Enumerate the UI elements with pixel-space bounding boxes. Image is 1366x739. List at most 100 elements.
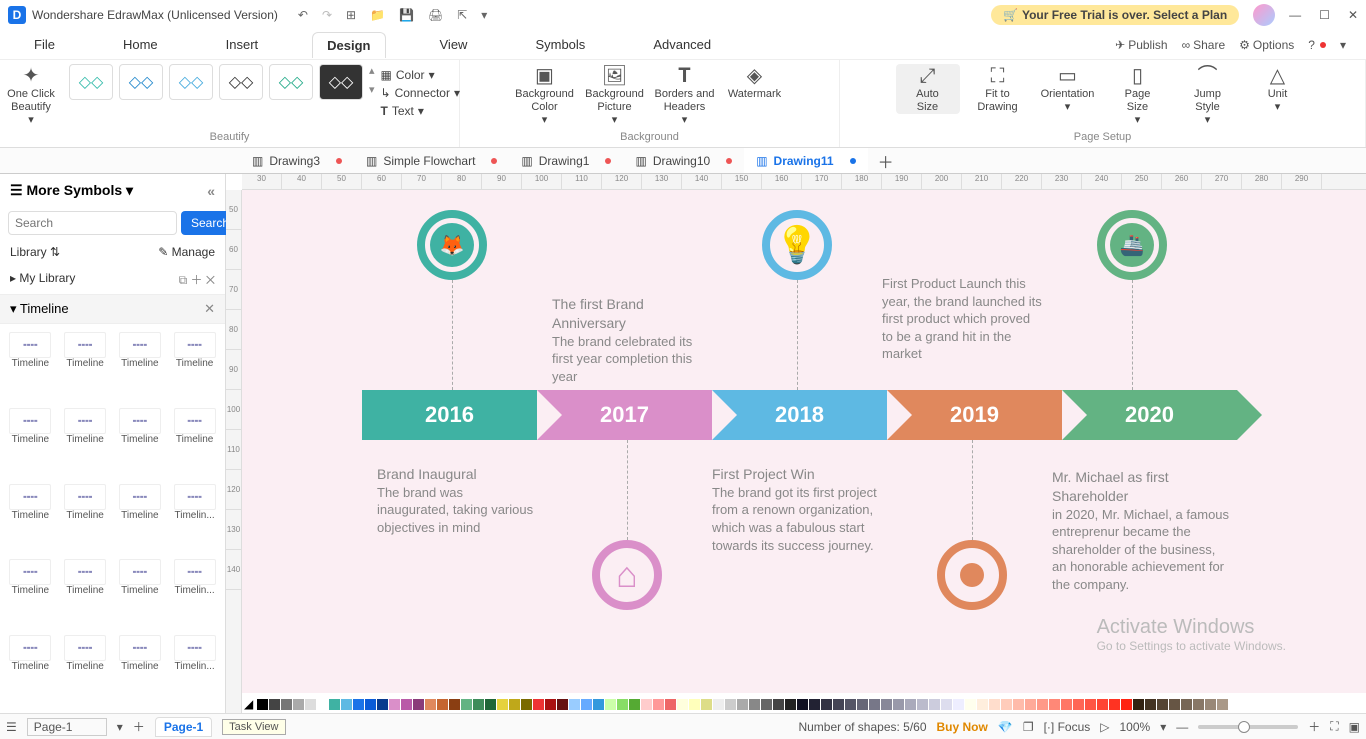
qat-more-icon[interactable]: ▾ [481, 8, 487, 22]
unit[interactable]: △Unit ▾ [1246, 64, 1310, 114]
new-icon[interactable]: ⊞ [346, 8, 356, 22]
color-swatch[interactable] [929, 699, 940, 710]
color-swatch[interactable] [989, 699, 1000, 710]
color-swatch[interactable] [305, 699, 316, 710]
collapse-sidebar-icon[interactable]: « [207, 183, 215, 199]
color-swatch[interactable] [1085, 699, 1096, 710]
color-swatch[interactable] [917, 699, 928, 710]
theme-prev-icon[interactable]: ▴ [369, 64, 375, 77]
theme-style-5[interactable]: ◇◇ [269, 64, 313, 100]
color-swatch[interactable] [713, 699, 724, 710]
menu-symbols[interactable]: Symbols [521, 32, 599, 57]
jump-style[interactable]: ⌒Jump Style ▾ [1176, 64, 1240, 128]
timeline-text-2016[interactable]: Brand InauguralThe brand was inaugurated… [377, 465, 537, 537]
doc-tab-drawing10[interactable]: ▥ Drawing10 [623, 148, 744, 173]
buy-now-link[interactable]: Buy Now [937, 720, 988, 734]
timeline-text-2020[interactable]: Mr. Michael as first Shareholderin 2020,… [1052, 468, 1232, 594]
theme-style-3[interactable]: ◇◇ [169, 64, 213, 100]
minimize-icon[interactable]: — [1289, 8, 1301, 22]
color-swatch[interactable] [329, 699, 340, 710]
lib-close-icon[interactable]: ✕ [206, 273, 215, 287]
view-switch-icon[interactable]: ☰ [6, 720, 17, 734]
color-swatch[interactable] [857, 699, 868, 710]
color-swatch[interactable] [665, 699, 676, 710]
lib-add-icon[interactable]: ＋ [190, 273, 202, 287]
color-swatch[interactable] [965, 699, 976, 710]
color-swatch[interactable] [413, 699, 424, 710]
color-swatch[interactable] [833, 699, 844, 710]
color-swatch[interactable] [425, 699, 436, 710]
color-swatch[interactable] [1133, 699, 1144, 710]
timeline-shape-thumb[interactable]: ╍╍Timeline [114, 330, 167, 404]
timeline-arrow-2019[interactable]: 2019 [887, 390, 1062, 440]
export-icon[interactable]: ⇱ [457, 8, 467, 22]
color-swatch[interactable] [449, 699, 460, 710]
menu-file[interactable]: File [20, 32, 69, 57]
color-swatch[interactable] [845, 699, 856, 710]
timeline-shape-thumb[interactable]: ╍╍Timelin... [168, 482, 221, 556]
share-button[interactable]: ∞ Share [1182, 38, 1226, 52]
zoom-slider[interactable] [1198, 725, 1298, 729]
page-selector[interactable]: Page-1 [27, 718, 107, 736]
drawing-canvas[interactable]: 🦊 💡 🚢 ⌂ 2016 2017 2018 2019 2020 The fir… [242, 190, 1366, 693]
color-swatch[interactable] [737, 699, 748, 710]
watermark[interactable]: ◈Watermark [723, 64, 787, 101]
orientation[interactable]: ▭Orientation ▾ [1036, 64, 1100, 114]
timeline-shape-thumb[interactable]: ╍╍Timelin... [168, 633, 221, 707]
fit-page-icon[interactable]: ⛶ [1330, 719, 1338, 734]
timeline-shape-thumb[interactable]: ╍╍Timeline [168, 330, 221, 404]
borders-headers[interactable]: 𝐓Borders and Headers ▾ [653, 64, 717, 128]
timeline-arrow-2016[interactable]: 2016 [362, 390, 537, 440]
save-icon[interactable]: 💾 [399, 8, 414, 22]
undo-icon[interactable]: ↶ [298, 8, 308, 22]
menu-view[interactable]: View [426, 32, 482, 57]
color-swatch[interactable] [281, 699, 292, 710]
one-click-beautify[interactable]: ✦One Click Beautify ▾ [0, 64, 63, 128]
color-swatch[interactable] [1169, 699, 1180, 710]
color-swatch[interactable] [257, 699, 268, 710]
page-size[interactable]: ▯Page Size ▾ [1106, 64, 1170, 128]
color-swatch[interactable] [365, 699, 376, 710]
theme-next-icon[interactable]: ▾ [369, 83, 375, 96]
color-swatch[interactable] [377, 699, 388, 710]
color-swatch[interactable] [1157, 699, 1168, 710]
add-page-icon[interactable]: ＋ [133, 718, 145, 735]
publish-button[interactable]: ✈ Publish [1115, 38, 1167, 52]
color-swatch[interactable] [401, 699, 412, 710]
color-swatch[interactable] [1145, 699, 1156, 710]
menu-home[interactable]: Home [109, 32, 172, 57]
color-swatch[interactable] [905, 699, 916, 710]
redo-icon[interactable]: ↷ [322, 8, 332, 22]
color-swatch[interactable] [593, 699, 604, 710]
auto-size[interactable]: ⤢Auto Size [896, 64, 960, 114]
timeline-icon-2020[interactable]: 🚢 [1097, 210, 1167, 280]
color-swatch[interactable] [953, 699, 964, 710]
color-swatch[interactable] [785, 699, 796, 710]
timeline-text-2018[interactable]: First Project WinThe brand got its first… [712, 465, 882, 554]
background-color[interactable]: ▣Background Color ▾ [513, 64, 577, 128]
timeline-icon-2018[interactable]: 💡 [762, 210, 832, 280]
collapse-ribbon-icon[interactable]: ▾ [1340, 38, 1346, 52]
timeline-shape-thumb[interactable]: ╍╍Timeline [114, 482, 167, 556]
color-picker-icon[interactable]: ◢ [244, 697, 253, 711]
open-icon[interactable]: 📁 [370, 8, 385, 22]
timeline-arrow-2018[interactable]: 2018 [712, 390, 887, 440]
color-swatch[interactable] [1193, 699, 1204, 710]
color-swatch[interactable] [1049, 699, 1060, 710]
color-swatch[interactable] [293, 699, 304, 710]
color-swatch[interactable] [881, 699, 892, 710]
more-symbols-toggle[interactable]: ☰ More Symbols ▾ [10, 182, 133, 199]
color-swatch[interactable] [893, 699, 904, 710]
options-button[interactable]: ⚙ Options [1239, 38, 1294, 52]
color-swatch[interactable] [653, 699, 664, 710]
color-swatch[interactable] [353, 699, 364, 710]
user-avatar[interactable] [1253, 4, 1275, 26]
trial-banner[interactable]: 🛒 Your Free Trial is over. Select a Plan [991, 5, 1239, 25]
timeline-arrow-2020[interactable]: 2020 [1062, 390, 1237, 440]
symbol-search-input[interactable] [8, 211, 177, 235]
timeline-shape-thumb[interactable]: ╍╍Timeline [114, 557, 167, 631]
color-swatch[interactable] [437, 699, 448, 710]
color-swatch[interactable] [701, 699, 712, 710]
text-dropdown[interactable]: T Text ▾ [381, 104, 460, 118]
maximize-icon[interactable]: ☐ [1319, 8, 1330, 22]
